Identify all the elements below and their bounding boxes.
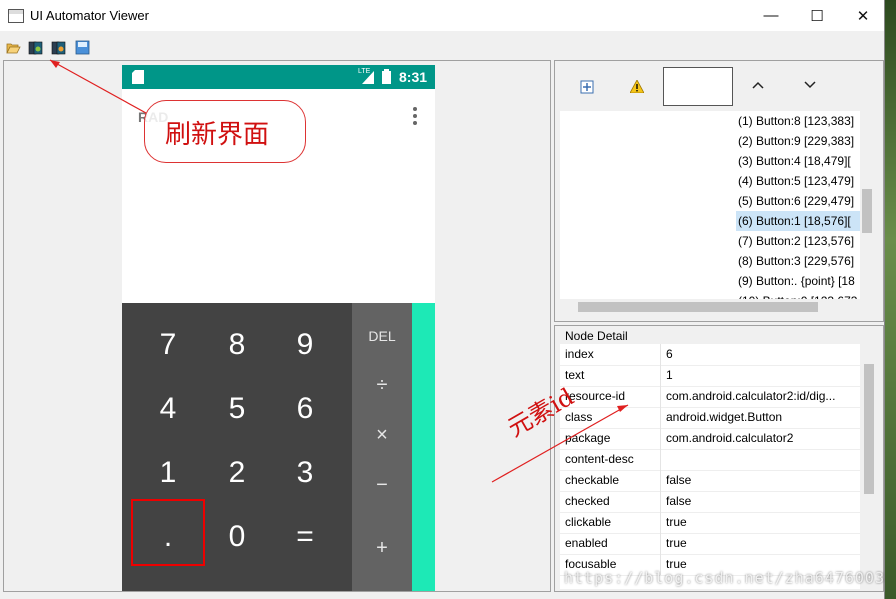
watermark: https://blog.csdn.net/zha6476003 [564,569,885,587]
refresh-annotation-text: 刷新界面 [165,120,270,150]
refresh-annotation: 刷新界面 [144,100,306,163]
annotation-arrows [49,59,629,483]
